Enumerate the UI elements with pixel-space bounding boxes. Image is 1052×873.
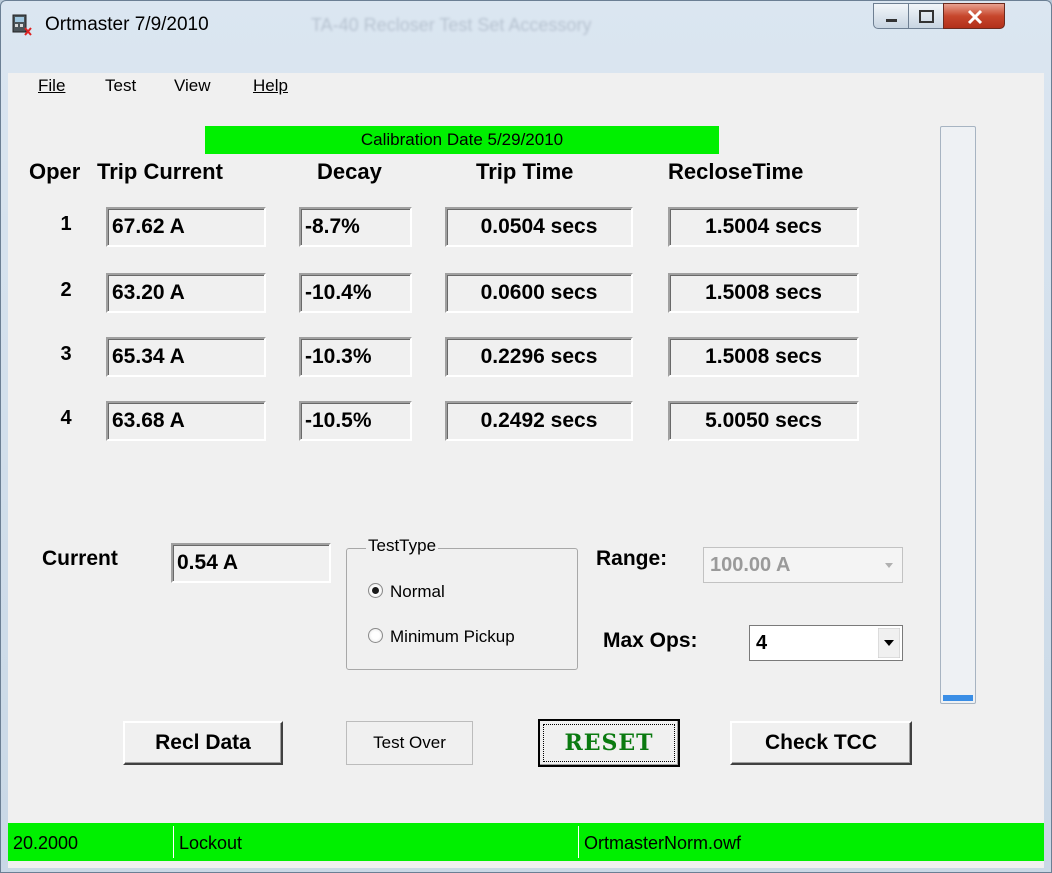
oper-number: 3	[60, 343, 72, 365]
current-field: 0.54 A	[171, 543, 331, 583]
test-over-button[interactable]: Test Over	[346, 721, 473, 765]
trip-time-field: 0.2492 secs	[445, 401, 633, 441]
menu-view[interactable]: View	[174, 76, 211, 96]
header-trip-current: Trip Current	[97, 159, 223, 184]
radio-unselected-icon	[368, 628, 383, 643]
window-title: Ortmaster 7/9/2010	[45, 14, 209, 35]
trip-current-field: 65.34 A	[106, 337, 266, 377]
max-ops-select[interactable]: 4	[749, 625, 903, 661]
status-value: 20.2000	[13, 833, 79, 853]
test-type-title: TestType	[366, 536, 439, 556]
test-type-group	[346, 548, 578, 670]
max-ops-label: Max Ops:	[603, 629, 698, 652]
minimize-icon	[886, 19, 897, 22]
current-label: Current	[42, 547, 118, 570]
close-icon	[967, 9, 983, 25]
header-trip-time: Trip Time	[476, 159, 574, 184]
maximize-icon	[919, 10, 934, 23]
radio-minimum-pickup[interactable]: Minimum Pickup	[368, 627, 515, 647]
oper-number: 4	[60, 407, 72, 429]
test-progress-bar	[940, 126, 976, 704]
status-file: OrtmasterNorm.owf	[578, 826, 1038, 858]
status-bar: 20.2000 Lockout OrtmasterNorm.owf	[8, 823, 1044, 861]
decay-field: -8.7%	[299, 207, 412, 247]
menu-bar: File Test View Help	[8, 73, 1044, 102]
check-tcc-button[interactable]: Check TCC	[730, 721, 912, 765]
trip-time-field: 0.0504 secs	[445, 207, 633, 247]
radio-normal-label: Normal	[390, 582, 445, 601]
header-decay: Decay	[317, 159, 382, 184]
menu-file[interactable]: File	[38, 76, 65, 96]
progress-fill	[943, 695, 973, 701]
minimize-button[interactable]	[873, 3, 909, 29]
trip-current-field: 63.20 A	[106, 273, 266, 313]
reclose-time-field: 1.5008 secs	[668, 337, 859, 377]
close-button[interactable]	[943, 3, 1005, 29]
app-window: Ortmaster 7/9/2010 TA-40 Recloser Test S…	[0, 0, 1052, 873]
reset-button[interactable]: RESET	[538, 719, 680, 767]
trip-current-field: 63.68 A	[106, 401, 266, 441]
decay-field: -10.4%	[299, 273, 412, 313]
radio-normal[interactable]: Normal	[368, 582, 445, 602]
chevron-down-icon[interactable]	[877, 627, 901, 659]
chevron-down-icon[interactable]	[878, 550, 900, 580]
reclose-time-field: 5.0050 secs	[668, 401, 859, 441]
reclose-time-field: 1.5008 secs	[668, 273, 859, 313]
range-label: Range:	[596, 547, 668, 570]
trip-current-field: 67.62 A	[106, 207, 266, 247]
background-window-title: TA-40 Recloser Test Set Accessory	[311, 15, 592, 35]
menu-help[interactable]: Help	[253, 76, 288, 96]
menu-test[interactable]: Test	[105, 76, 136, 96]
radio-selected-icon	[368, 583, 383, 598]
status-state: Lockout	[173, 826, 573, 858]
oper-number: 1	[60, 213, 72, 235]
trip-time-field: 0.0600 secs	[445, 273, 633, 313]
oper-number: 2	[60, 279, 72, 301]
max-ops-value: 4	[756, 632, 768, 654]
range-value: 100.00 A	[710, 554, 791, 576]
client-area: Calibration Date 5/29/2010 Oper Trip Cur…	[8, 101, 1044, 868]
recl-data-button[interactable]: Recl Data	[123, 721, 283, 765]
decay-field: -10.3%	[299, 337, 412, 377]
trip-time-field: 0.2296 secs	[445, 337, 633, 377]
app-icon	[11, 13, 33, 37]
header-reclose-time: RecloseTime	[668, 159, 804, 184]
decay-field: -10.5%	[299, 401, 412, 441]
maximize-button[interactable]	[908, 3, 944, 29]
radio-minimum-pickup-label: Minimum Pickup	[390, 627, 515, 646]
reclose-time-field: 1.5004 secs	[668, 207, 859, 247]
range-select[interactable]: 100.00 A	[703, 547, 903, 583]
header-oper: Oper	[29, 159, 81, 184]
calibration-date-banner: Calibration Date 5/29/2010	[205, 126, 719, 154]
title-bar[interactable]: Ortmaster 7/9/2010 TA-40 Recloser Test S…	[1, 1, 1051, 45]
